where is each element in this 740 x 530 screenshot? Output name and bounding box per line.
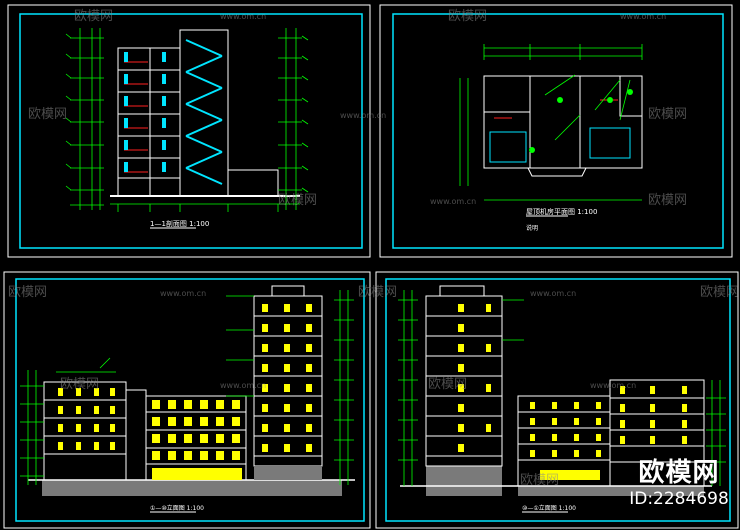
watermark-brand: 欧模网 xyxy=(648,107,687,122)
watermark-brand: 欧模网 xyxy=(428,377,467,392)
badge-brand: 欧模网 xyxy=(638,458,720,488)
watermark-brand: 欧模网 xyxy=(278,193,317,208)
watermark-url: www.om.cn xyxy=(160,289,206,298)
id-badge: 欧模网 ID:2284698 xyxy=(624,458,734,516)
watermark-brand: 欧模网 xyxy=(520,473,559,488)
badge-id: ID:2284698 xyxy=(629,489,729,509)
watermark-brand: 欧模网 xyxy=(60,377,99,392)
watermark-url: www.om.cn xyxy=(530,289,576,298)
watermark-url: www.om.cn xyxy=(220,12,266,21)
watermark-brand: 欧模网 xyxy=(74,9,113,24)
watermark-url: www.om.cn xyxy=(340,111,386,120)
watermark-brand: 欧模网 xyxy=(448,9,487,24)
right-elevation-title: ⑩—①立面图 1:100 xyxy=(522,504,576,512)
watermark-brand: 欧模网 xyxy=(8,285,47,300)
watermark-brand: 欧模网 xyxy=(358,285,397,300)
roof-plan-title: 屋顶机房平面图 1:100 xyxy=(526,207,597,216)
left-elevation-title: ①—⑩立面图 1:100 xyxy=(150,504,204,512)
roof-plan-note: 说明 xyxy=(526,224,538,232)
section-title: 1—1剖面图 1:100 xyxy=(150,219,209,228)
watermark-brand: 欧模网 xyxy=(648,193,687,208)
watermark-url: www.om.cn xyxy=(620,12,666,21)
watermark-brand: 欧模网 xyxy=(28,107,67,122)
watermark-url: www.om.cn xyxy=(590,381,636,390)
watermark-brand: 欧模网 xyxy=(700,285,739,300)
cad-drawing-canvas: 1—1剖面图 1:100 屋顶机房平面图 1:100 说明 ①—⑩立面图 1:1… xyxy=(0,0,740,530)
watermark-url: www.om.cn xyxy=(430,197,476,206)
watermark-url: www.om.cn xyxy=(220,381,266,390)
